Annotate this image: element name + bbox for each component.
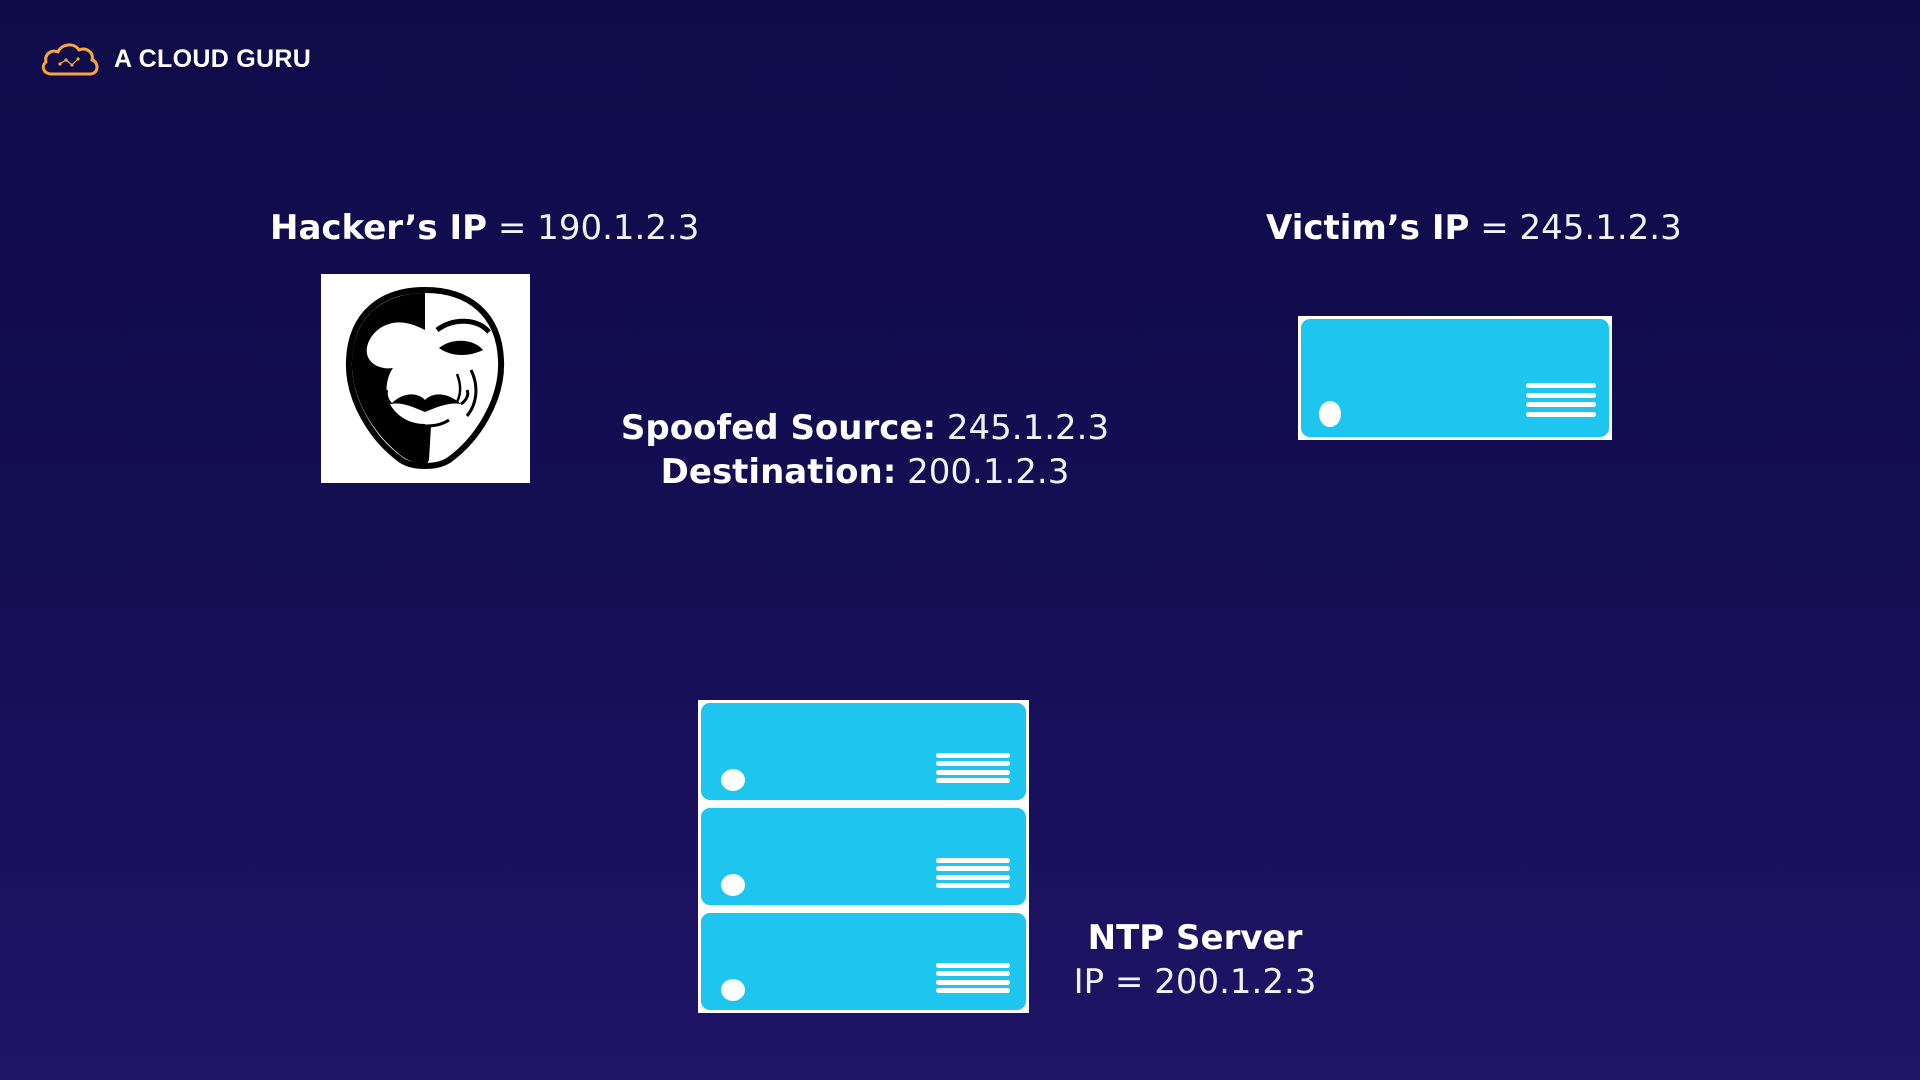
spoofed-source-line: Spoofed Source: 245.1.2.3	[600, 406, 1130, 450]
victim-ip-value: = 245.1.2.3	[1480, 208, 1682, 248]
server-unit	[701, 703, 1026, 800]
brand-logo: A CLOUD GURU	[38, 38, 311, 80]
brand-name: A CLOUD GURU	[114, 44, 312, 73]
ntp-server-label: NTP Server IP = 200.1.2.3	[1060, 916, 1330, 1004]
destination-line: Destination: 200.1.2.3	[600, 450, 1130, 494]
server-vent-icon	[936, 963, 1010, 993]
victim-ip-key: Victim’s IP	[1266, 208, 1470, 248]
hacker-ip-value: = 190.1.2.3	[497, 208, 700, 248]
cloud-logo-icon	[41, 43, 99, 76]
ntp-server	[698, 700, 1029, 1013]
hacker-ip-key: Hacker’s IP	[270, 208, 488, 248]
server-led-icon	[721, 874, 745, 896]
server-vent-icon	[936, 858, 1010, 888]
server-led-icon	[721, 979, 745, 1001]
destination-value: 200.1.2.3	[907, 452, 1070, 492]
destination-key: Destination:	[660, 452, 897, 492]
server-unit	[701, 808, 1026, 905]
server-vent-icon	[936, 753, 1010, 783]
server-vent-icon	[1526, 383, 1596, 417]
spoofed-source-value: 245.1.2.3	[946, 408, 1110, 448]
server-led-icon	[721, 769, 745, 791]
anonymous-mask-icon	[345, 286, 505, 469]
victim-server	[1298, 316, 1612, 440]
victim-ip-label: Victim’s IP = 245.1.2.3	[1266, 206, 1682, 250]
server-unit	[701, 913, 1026, 1010]
spoofed-source-key: Spoofed Source:	[620, 408, 937, 448]
server-led-icon	[1319, 401, 1341, 427]
ntp-server-title: NTP Server	[1087, 918, 1303, 958]
packet-info: Spoofed Source: 245.1.2.3 Destination: 2…	[600, 406, 1130, 494]
ntp-server-ip: IP = 200.1.2.3	[1073, 962, 1317, 1002]
hacker-image	[321, 274, 530, 483]
server-unit	[1301, 319, 1609, 437]
hacker-ip-label: Hacker’s IP = 190.1.2.3	[270, 206, 699, 250]
